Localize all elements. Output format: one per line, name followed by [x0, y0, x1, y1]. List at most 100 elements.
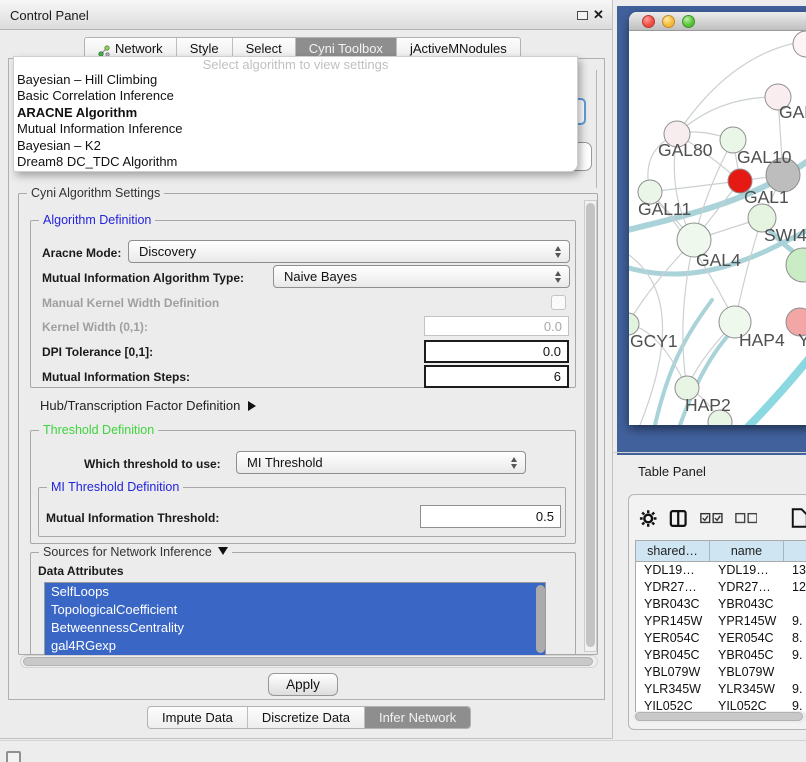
mi-type-select[interactable]: Naive Bayes [273, 265, 570, 288]
stepper-icon [510, 456, 518, 470]
network-view-window: GALGAL80GAL10GAL1GAL11SWI4GAL4GCY1HAP4YH… [629, 12, 806, 425]
network-node[interactable] [793, 31, 806, 57]
manual-kernel-checkbox[interactable] [551, 295, 566, 310]
aracne-mode-select[interactable]: Discovery [128, 240, 570, 263]
threshold-definition-title: Threshold Definition [39, 423, 158, 437]
attribute-item[interactable]: TopologicalCoefficient [45, 601, 545, 619]
float-panel-icon[interactable] [577, 11, 588, 20]
algorithm-option[interactable]: Bayesian – Hill Climbing [14, 72, 577, 88]
table-cell: YBR045C [636, 647, 710, 664]
network-node[interactable] [786, 248, 806, 282]
table-cell: 9. [784, 647, 806, 664]
data-attributes-label: Data Attributes [38, 564, 124, 578]
column-header[interactable] [784, 540, 806, 562]
divider [0, 740, 806, 741]
table-cell: YER054C [710, 630, 784, 647]
algorithm-option[interactable]: Mutual Information Inference [14, 121, 577, 137]
table-row[interactable]: YPR145WYPR145W9. [636, 613, 806, 630]
mi-steps-label: Mutual Information Steps: [42, 370, 190, 384]
algorithm-definition-title: Algorithm Definition [39, 213, 155, 227]
table-cell: YLR345W [636, 681, 710, 698]
attribute-item[interactable]: gal4RGexp [45, 637, 545, 655]
scrollbar-thumb[interactable] [586, 203, 595, 647]
sources-title-text: Sources for Network Inference [43, 545, 212, 559]
mi-type-label: Mutual Information Algorithm Type: [42, 271, 244, 285]
settings-vertical-scrollbar[interactable] [584, 200, 597, 652]
columns-icon[interactable] [669, 508, 687, 529]
mi-threshold-input[interactable] [420, 505, 561, 528]
zoom-traffic-light-icon[interactable] [682, 15, 695, 28]
table-row[interactable]: YBL079WYBL079W [636, 664, 806, 681]
control-panel-window: Control Panel ✕ NetworkStyleSelectCyni T… [0, 0, 613, 739]
table-row[interactable]: YBR045CYBR045C9. [636, 647, 806, 664]
node-label: Y [798, 330, 806, 350]
unchecked-pair-icon[interactable] [735, 512, 758, 525]
algorithm-dropdown-placeholder: Select algorithm to view settings [14, 57, 577, 72]
document-icon[interactable] [791, 506, 806, 530]
dpi-tolerance-input[interactable] [424, 340, 569, 363]
stepper-icon [554, 270, 562, 284]
network-canvas[interactable]: GALGAL80GAL10GAL1GAL11SWI4GAL4GCY1HAP4YH… [629, 31, 806, 425]
table-cell: 8. [784, 630, 806, 647]
kernel-width-input[interactable] [424, 316, 569, 336]
which-threshold-value: MI Threshold [247, 455, 323, 470]
table-cell: YPR145W [710, 613, 784, 630]
network-edge [650, 181, 740, 192]
table-header-row: shared…name [636, 540, 806, 562]
hub-definition-toggle[interactable]: Hub/Transcription Factor Definition [40, 398, 256, 413]
algorithm-option[interactable]: ARACNE Algorithm [14, 105, 577, 121]
minimized-panel-icon[interactable] [6, 751, 21, 762]
table-row[interactable]: YDL19…YDL19…13 [636, 562, 806, 579]
algorithm-option[interactable]: Basic Correlation Inference [14, 88, 577, 104]
scrollbar-thumb[interactable] [635, 712, 803, 721]
algorithm-dropdown-popup: Select algorithm to view settings Bayesi… [13, 56, 578, 172]
bottom-tab-infer-network[interactable]: Infer Network [365, 707, 470, 729]
table-cell: 12 [784, 579, 806, 596]
table-cell: YBL079W [710, 664, 784, 681]
expand-right-icon [248, 401, 256, 411]
table-cell: YBL079W [636, 664, 710, 681]
bottom-tab-impute-data[interactable]: Impute Data [148, 707, 248, 729]
network-edge [745, 355, 806, 425]
bottom-tab-discretize-data[interactable]: Discretize Data [248, 707, 365, 729]
algorithm-option[interactable]: Dream8 DC_TDC Algorithm [14, 154, 577, 170]
close-traffic-light-icon[interactable] [642, 15, 655, 28]
divider [613, 452, 806, 453]
node-table: shared…name YDL19…YDL19…13YDR27…YDR27…12… [635, 540, 806, 715]
attribute-item[interactable]: SelfLoops [45, 583, 545, 601]
attribute-item[interactable]: BetweennessCentrality [45, 619, 545, 637]
node-label: GAL11 [638, 199, 691, 219]
node-label: GAL4 [696, 250, 741, 270]
table-row[interactable]: YBR043CYBR043C [636, 596, 806, 613]
gear-icon[interactable] [639, 508, 657, 529]
scrollbar-thumb[interactable] [23, 657, 593, 666]
table-body: YDL19…YDL19…13YDR27…YDR27…12YBR043CYBR04… [636, 562, 806, 715]
apply-button[interactable]: Apply [268, 673, 338, 696]
node-label: GCY1 [630, 331, 678, 351]
control-panel-title: Control Panel [10, 8, 89, 23]
hub-definition-label: Hub/Transcription Factor Definition [40, 398, 240, 413]
minimize-traffic-light-icon[interactable] [662, 15, 675, 28]
mi-steps-input[interactable] [424, 365, 569, 388]
table-cell: YDL19… [636, 562, 710, 579]
column-header[interactable]: name [710, 540, 784, 562]
attributes-scrollbar-thumb[interactable] [536, 585, 545, 653]
algorithm-option[interactable]: Bayesian – K2 [14, 138, 577, 154]
which-threshold-select[interactable]: MI Threshold [236, 451, 526, 474]
node-label: GAL1 [744, 187, 789, 207]
table-panel: shared…name YDL19…YDL19…13YDR27…YDR27…12… [628, 494, 806, 730]
node-label: GAL [779, 102, 806, 122]
network-edge [683, 240, 694, 388]
table-cell: 9. [784, 613, 806, 630]
table-horizontal-scrollbar[interactable] [633, 711, 806, 723]
settings-horizontal-scrollbar[interactable] [20, 655, 598, 668]
table-row[interactable]: YER054CYER054C8. [636, 630, 806, 647]
table-cell: YDR27… [636, 579, 710, 596]
node-label: HAP2 [685, 395, 731, 415]
column-header[interactable]: shared… [636, 540, 710, 562]
sources-group-title[interactable]: Sources for Network Inference [39, 545, 232, 559]
close-panel-icon[interactable]: ✕ [593, 7, 604, 23]
table-row[interactable]: YLR345WYLR345W9. [636, 681, 806, 698]
checked-pair-icon[interactable] [700, 512, 723, 525]
table-row[interactable]: YDR27…YDR27…12 [636, 579, 806, 596]
